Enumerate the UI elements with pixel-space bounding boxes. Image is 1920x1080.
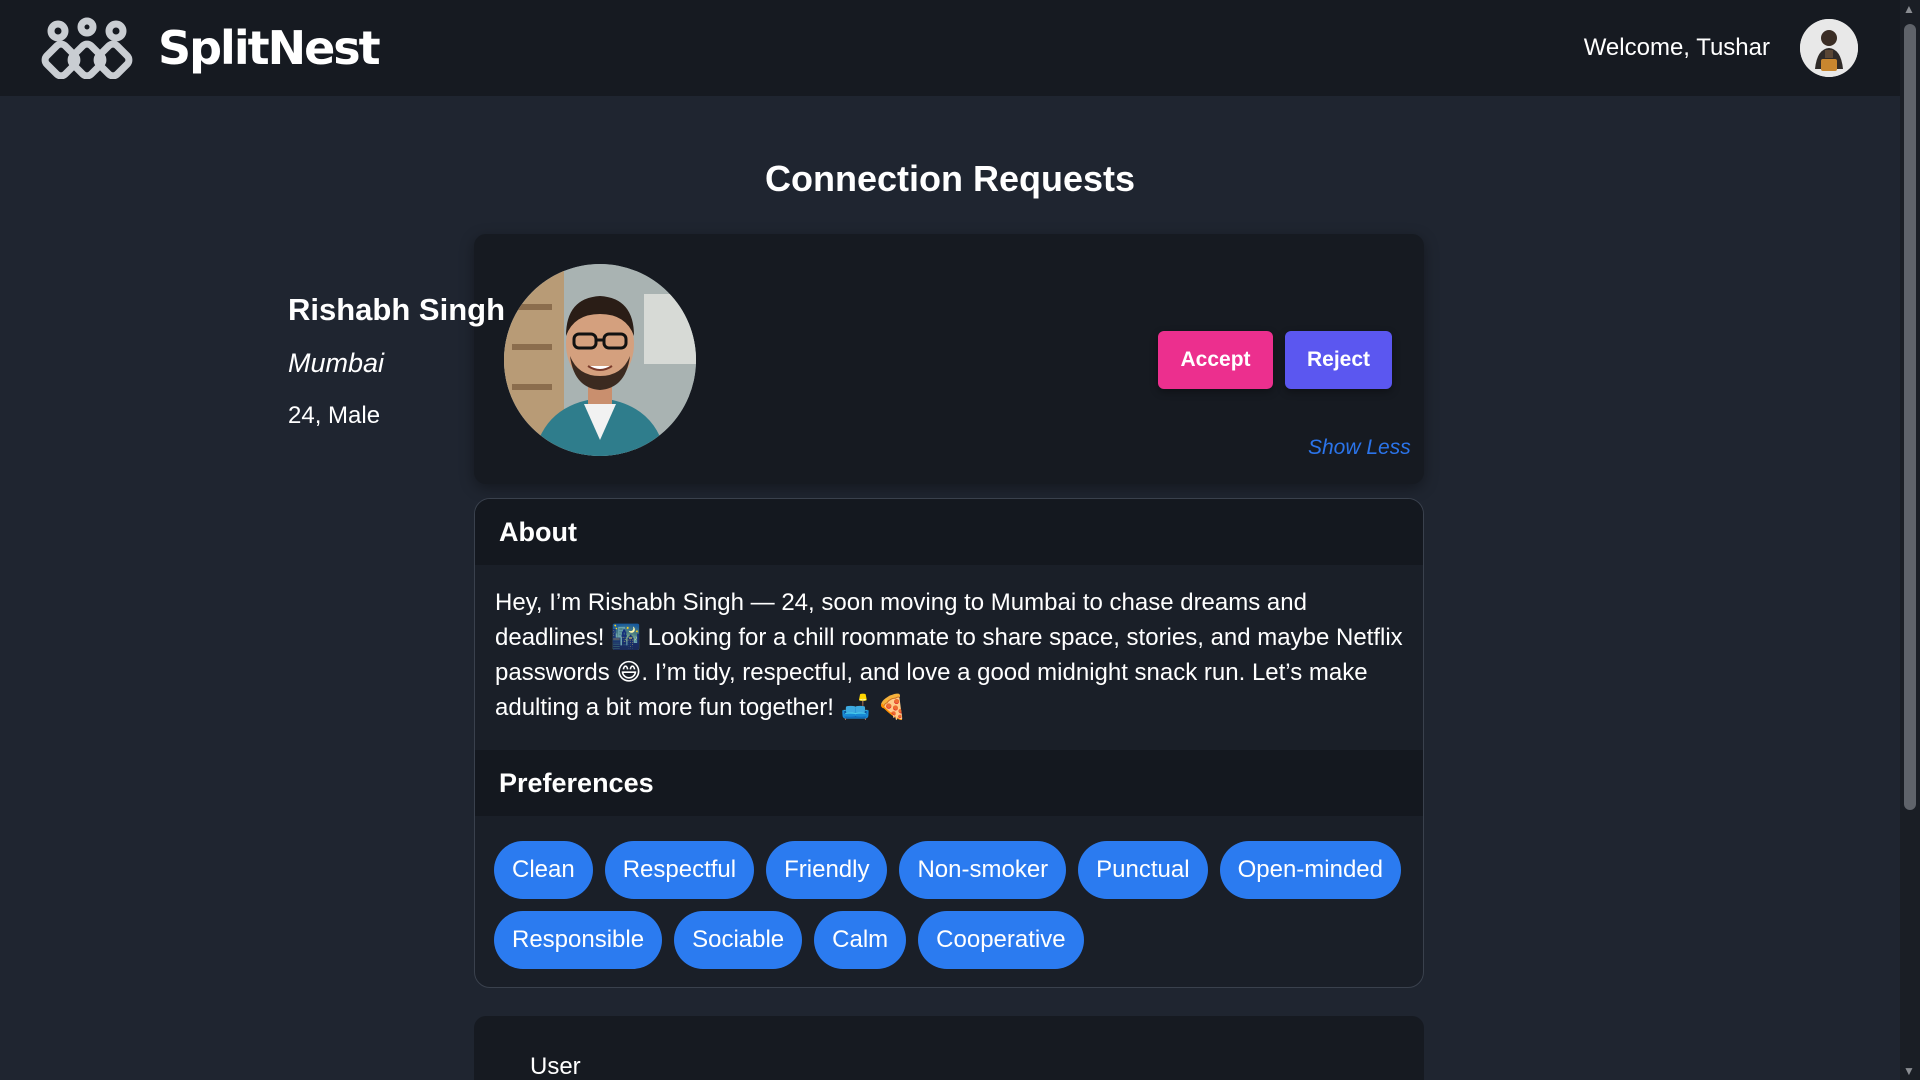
show-less-link[interactable]: Show Less <box>1308 436 1411 460</box>
about-heading: About <box>475 499 1423 565</box>
brand-name: SplitNest <box>158 21 381 75</box>
accept-button[interactable]: Accept <box>1158 331 1273 389</box>
preference-tag: Clean <box>494 841 593 899</box>
request-details: About Hey, I’m Rishabh Singh — 24, soon … <box>474 498 1424 988</box>
profile-photo-image <box>504 264 696 456</box>
preference-tag: Cooperative <box>918 911 1084 969</box>
request-card <box>474 234 1424 484</box>
user-avatar-image <box>1800 19 1858 77</box>
scroll-up-icon[interactable]: ▲ <box>1903 2 1915 16</box>
preference-tag: Non-smoker <box>899 841 1067 899</box>
requester-age-gender: 24, Male <box>288 402 381 429</box>
navbar: SplitNest Welcome, Tushar <box>0 0 1900 96</box>
preference-tag: Responsible <box>494 911 663 969</box>
preference-tag: Open-minded <box>1219 841 1401 899</box>
rings-logo-icon <box>41 17 133 79</box>
requester-name: Rishabh Singh <box>288 292 505 327</box>
scroll-down-icon[interactable]: ▼ <box>1903 1064 1915 1078</box>
preference-tag: Respectful <box>604 841 755 899</box>
preferences-heading: Preferences <box>475 750 1423 816</box>
next-request-card <box>474 1016 1424 1080</box>
profile-photo <box>504 264 696 456</box>
welcome-text: Welcome, Tushar <box>1583 34 1770 61</box>
preference-tag: Punctual <box>1078 841 1208 899</box>
preference-tag: Friendly <box>766 841 888 899</box>
user-menu: Welcome, Tushar <box>1584 19 1858 77</box>
user-avatar[interactable] <box>1800 19 1858 77</box>
preference-tag: Sociable <box>674 911 803 969</box>
about-text: Hey, I’m Rishabh Singh — 24, soon moving… <box>495 589 1403 721</box>
reject-button[interactable]: Reject <box>1285 331 1392 389</box>
brand[interactable]: SplitNest <box>40 17 381 79</box>
next-request-label: User <box>530 1053 581 1080</box>
preferences-list: Clean Respectful Friendly Non-smoker Pun… <box>494 841 1414 969</box>
page-scrollbar[interactable]: ▲ ▼ <box>1900 0 1920 1080</box>
requester-city: Mumbai <box>288 348 385 378</box>
page-title: Connection Requests <box>764 158 1136 199</box>
preference-tag: Calm <box>814 911 907 969</box>
scroll-thumb[interactable] <box>1904 24 1916 810</box>
